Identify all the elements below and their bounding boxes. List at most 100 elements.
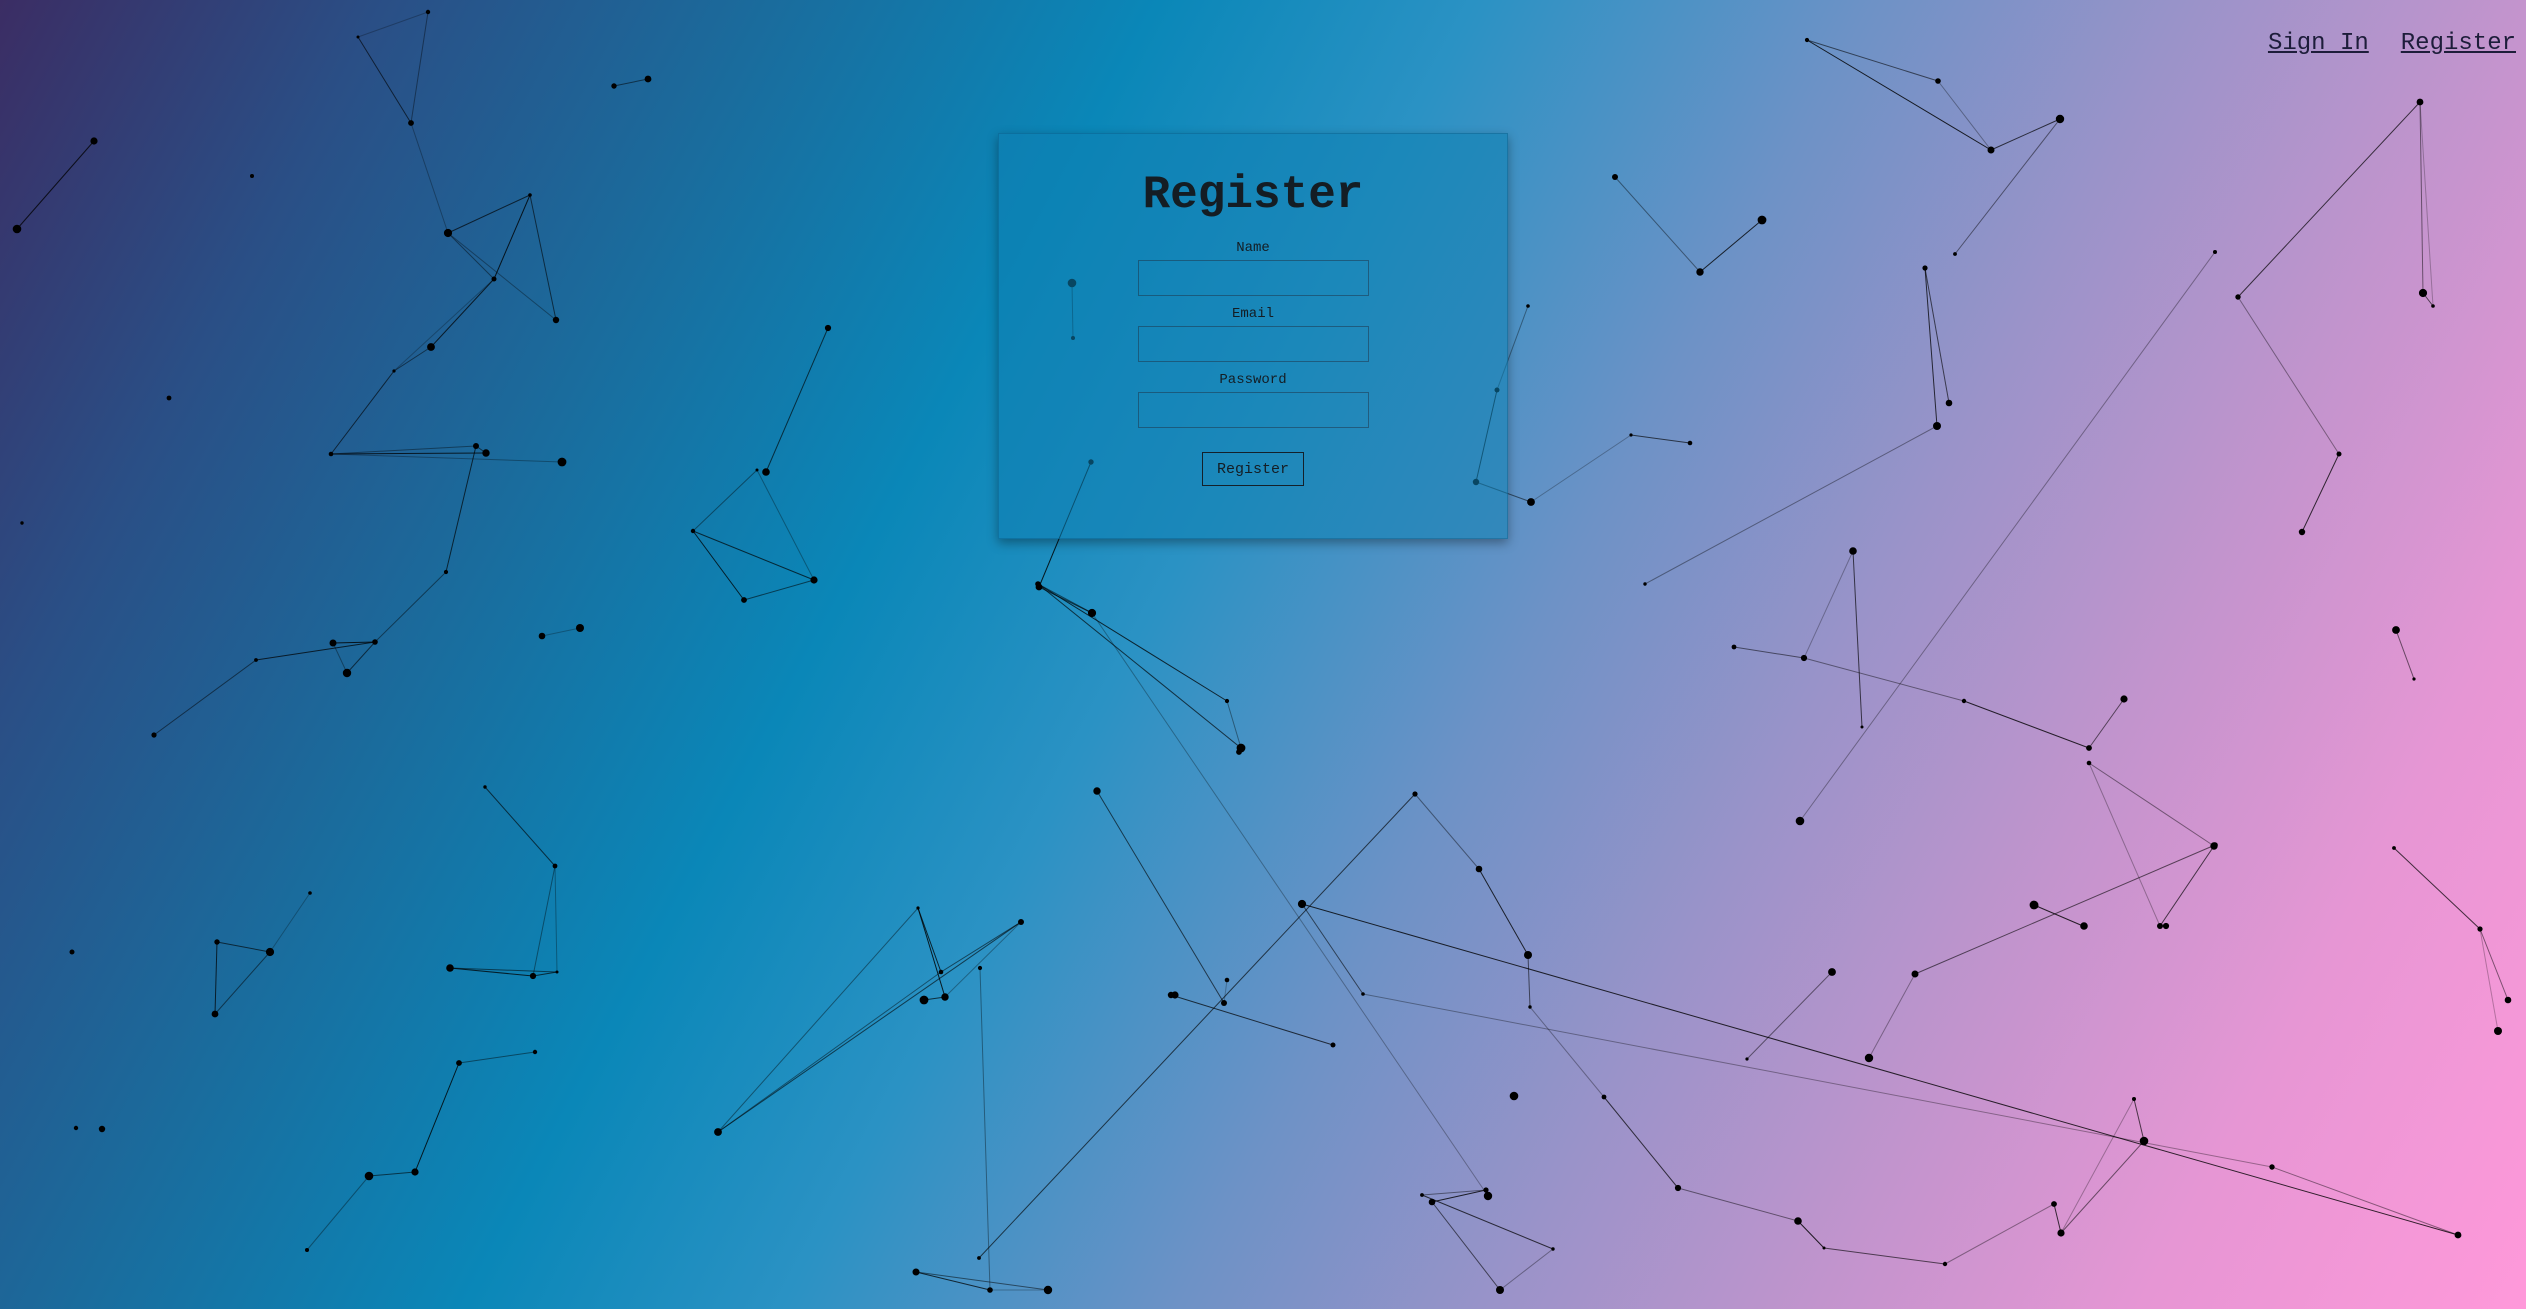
network-node xyxy=(1412,791,1418,797)
network-node xyxy=(456,1060,462,1066)
network-link xyxy=(430,278,495,348)
network-link xyxy=(410,11,429,124)
network-node xyxy=(2477,926,2483,932)
network-node xyxy=(1849,547,1857,555)
network-node xyxy=(1297,899,1307,909)
network-node xyxy=(1496,1286,1504,1294)
network-link xyxy=(255,641,376,661)
network-node xyxy=(2055,114,2065,124)
network-link xyxy=(2088,762,2215,847)
network-link xyxy=(2133,1098,2145,1142)
network-node xyxy=(1629,433,1633,437)
network-link xyxy=(447,232,495,280)
network-node xyxy=(1524,951,1532,959)
network-link xyxy=(915,1271,1049,1291)
network-node xyxy=(576,624,584,632)
network-link xyxy=(1954,118,2061,255)
network-link xyxy=(756,469,815,581)
network-node xyxy=(1822,1246,1826,1250)
network-link xyxy=(1529,1006,1605,1098)
network-node xyxy=(1602,1095,1606,1099)
network-link xyxy=(2393,847,2481,930)
network-node xyxy=(1224,698,1230,704)
network-link xyxy=(445,445,477,573)
network-link xyxy=(1806,39,1992,151)
network-node xyxy=(1361,992,1365,996)
network-node xyxy=(824,324,832,332)
network-node xyxy=(755,468,759,472)
network-node xyxy=(1696,268,1704,276)
network-link xyxy=(1614,176,1701,273)
network-link xyxy=(1746,971,1833,1060)
network-node xyxy=(356,35,360,39)
network-link xyxy=(1091,612,1489,1197)
network-node xyxy=(2416,98,2424,106)
network-node xyxy=(308,891,312,895)
password-label: Password xyxy=(1219,372,1287,388)
network-node xyxy=(714,1128,722,1136)
network-link xyxy=(1301,903,1364,995)
network-link xyxy=(1630,434,1691,444)
network-node xyxy=(482,449,490,457)
name-input[interactable] xyxy=(1137,260,1369,296)
register-link[interactable]: Register xyxy=(2401,30,2516,57)
network-link xyxy=(1096,790,1225,1004)
network-node xyxy=(1612,174,1618,180)
network-node xyxy=(1428,1198,1436,1206)
register-button[interactable]: Register xyxy=(1202,452,1304,486)
network-link xyxy=(346,641,376,674)
network-node xyxy=(443,228,453,238)
network-node xyxy=(473,443,479,449)
network-node xyxy=(916,906,920,910)
network-node xyxy=(1757,215,1767,225)
network-link xyxy=(1223,979,1228,1004)
network-node xyxy=(1551,1247,1555,1251)
network-link xyxy=(458,1051,536,1064)
network-link xyxy=(1937,80,1992,151)
network-node xyxy=(1035,581,1041,587)
network-node xyxy=(552,316,560,324)
network-link xyxy=(2060,1098,2135,1234)
network-node xyxy=(411,1168,419,1176)
network-node xyxy=(151,732,157,738)
network-node xyxy=(2298,528,2306,536)
network-node xyxy=(305,1248,309,1252)
network-node xyxy=(2494,1027,2502,1035)
network-link xyxy=(917,907,942,973)
network-node xyxy=(1987,146,1995,154)
network-link xyxy=(1823,1247,1946,1265)
password-input[interactable] xyxy=(1137,392,1369,428)
network-node xyxy=(762,468,770,476)
email-input[interactable] xyxy=(1137,326,1369,362)
network-node xyxy=(1804,37,1810,43)
sign-in-link[interactable]: Sign In xyxy=(2268,30,2369,57)
network-link xyxy=(717,907,919,1133)
network-link xyxy=(1037,583,1242,749)
network-link xyxy=(1499,1248,1554,1291)
network-node xyxy=(443,569,449,575)
network-node xyxy=(2086,760,2092,766)
network-node xyxy=(741,597,747,603)
network-link xyxy=(717,971,942,1133)
network-link xyxy=(1644,425,1938,585)
network-node xyxy=(1933,422,1941,430)
network-node xyxy=(2392,626,2400,634)
network-node xyxy=(2504,996,2512,1004)
network-link xyxy=(2033,904,2084,927)
network-link xyxy=(2088,762,2161,927)
network-link xyxy=(1037,583,1228,702)
network-node xyxy=(211,1010,219,1018)
network-link xyxy=(330,370,395,455)
network-link xyxy=(1226,700,1242,749)
network-node xyxy=(977,965,983,971)
network-node xyxy=(532,1049,538,1055)
network-node xyxy=(1953,252,1957,256)
network-node xyxy=(1088,609,1096,617)
network-node xyxy=(446,964,454,972)
network-node xyxy=(1171,991,1179,999)
top-nav: Sign In Register xyxy=(2268,30,2516,57)
network-link xyxy=(2271,1166,2459,1236)
network-link xyxy=(1852,550,1863,728)
network-link xyxy=(2301,453,2340,533)
network-node xyxy=(392,369,396,373)
